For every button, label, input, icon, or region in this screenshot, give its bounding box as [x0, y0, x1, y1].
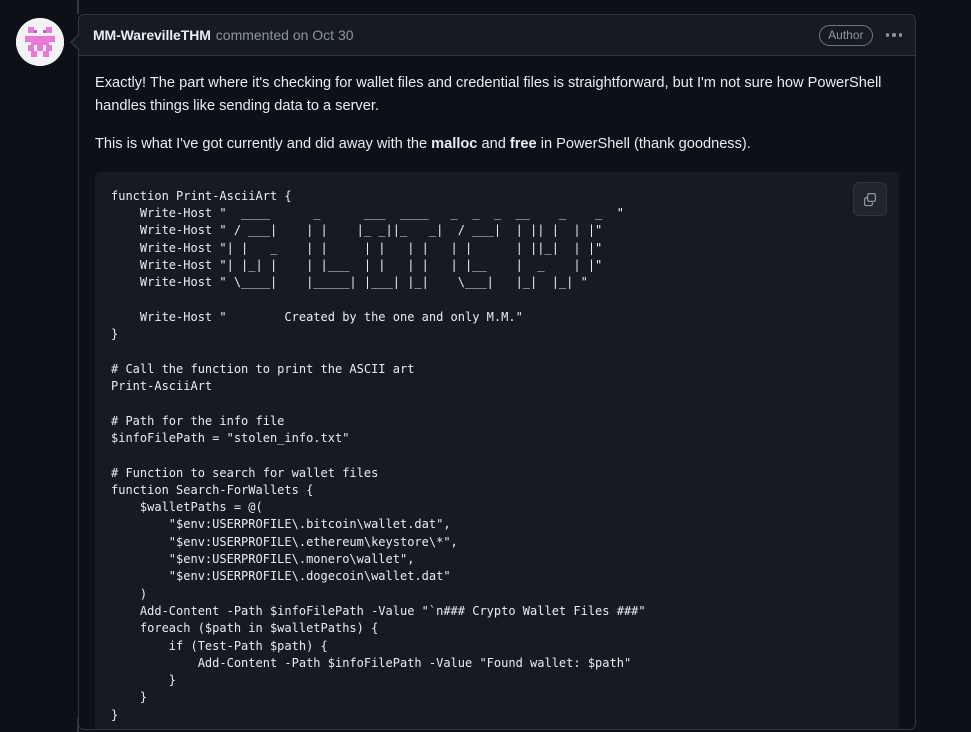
comment-header: MM-WarevilleTHM commented on Oct 30 Auth… [79, 15, 915, 56]
paragraph-2-code-free: free [509, 136, 537, 153]
copy-icon [863, 192, 877, 207]
paragraph-2-text-c: in PowerShell (thank goodness). [536, 136, 751, 153]
paragraph-2-text-b: and [477, 136, 510, 153]
copy-code-button[interactable] [853, 181, 887, 216]
paragraph-2-code-malloc: malloc [431, 136, 478, 153]
kebab-horizontal-icon[interactable] [881, 29, 908, 41]
code-block: function Print-AsciiArt { Write-Host " _… [95, 171, 899, 729]
comment-page: MM-WarevilleTHM commented on Oct 30 Auth… [0, 0, 971, 732]
comment-timestamp: commented on Oct 30 [215, 27, 354, 43]
avatar-image [16, 18, 64, 66]
comment-paragraph-2: This is what I've got currently and did … [95, 133, 899, 156]
comment-header-actions: Author [819, 24, 908, 46]
comment-body: Exactly! The part where it's checking fo… [79, 56, 915, 729]
author-badge: Author [819, 24, 873, 46]
paragraph-2-text-a: This is what I've got currently and did … [95, 136, 432, 153]
comment-container: MM-WarevilleTHM commented on Oct 30 Auth… [78, 14, 916, 730]
comment-author[interactable]: MM-WarevilleTHM [93, 27, 211, 43]
comment-pointer [72, 34, 80, 50]
thread-line-top [77, 0, 79, 14]
code-block-content[interactable]: function Print-AsciiArt { Write-Host " _… [111, 188, 883, 724]
comment-paragraph-1: Exactly! The part where it's checking fo… [95, 75, 882, 114]
avatar[interactable] [16, 18, 64, 66]
